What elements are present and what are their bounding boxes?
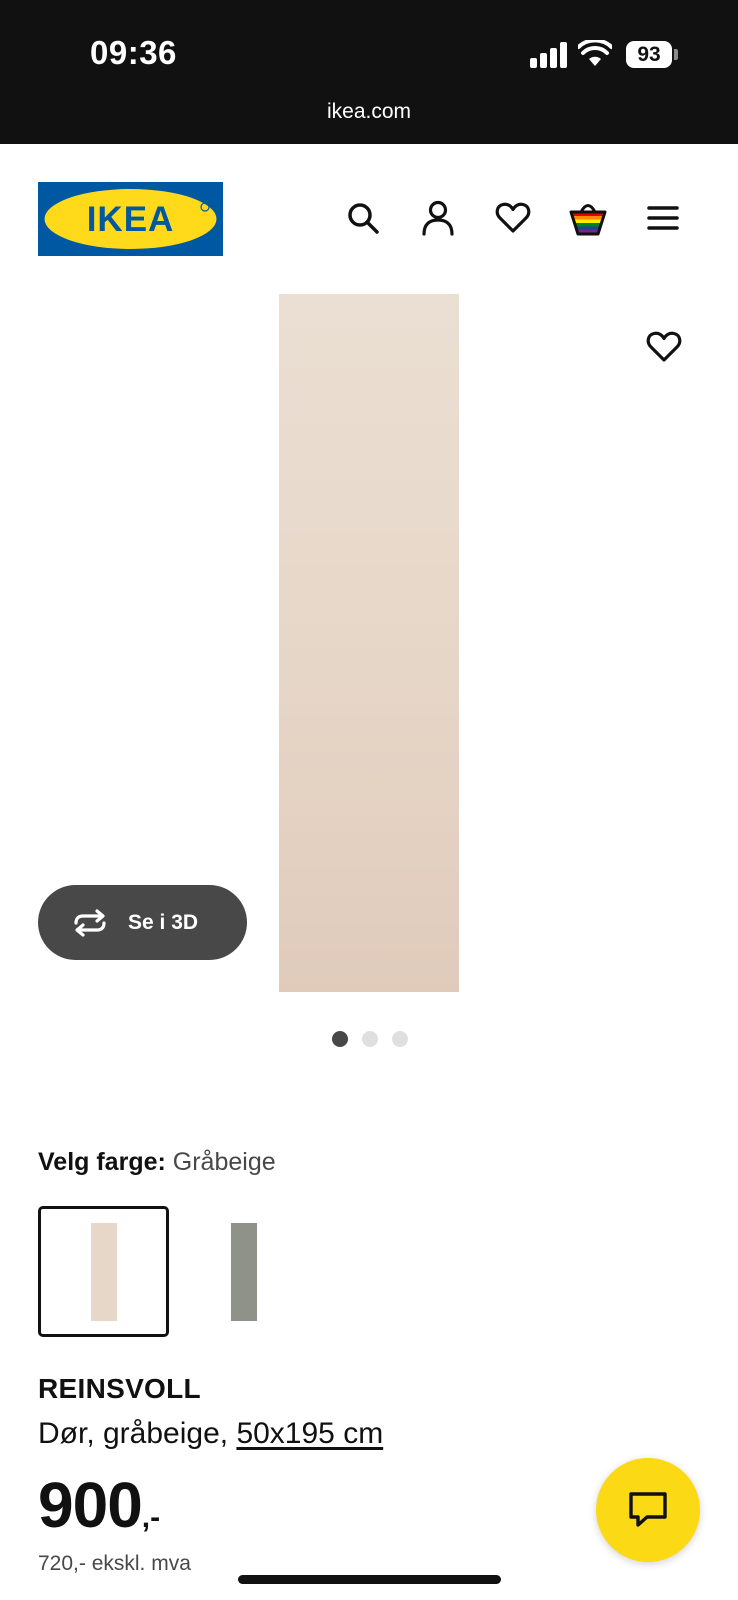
favourites-button[interactable]: [493, 198, 533, 238]
product-description: Dør, gråbeige, 50x195 cm: [38, 1417, 383, 1451]
status-bar: 09:36 93 ikea.com: [0, 0, 738, 144]
color-label: Velg farge:: [38, 1148, 166, 1176]
product-description-text: Dør, gråbeige,: [38, 1417, 229, 1450]
menu-button[interactable]: [643, 198, 683, 238]
search-icon: [348, 203, 379, 234]
rotate-3d-icon: [74, 908, 106, 937]
carousel-dot[interactable]: [332, 1031, 348, 1047]
color-option-grabeige[interactable]: [38, 1206, 169, 1337]
product-image[interactable]: [279, 294, 459, 992]
url-bar[interactable]: ikea.com: [0, 100, 738, 124]
carousel-dot[interactable]: [392, 1031, 408, 1047]
chat-icon: [629, 1492, 667, 1527]
status-time: 09:36: [90, 34, 177, 71]
product-price: 900 ,-: [38, 1468, 160, 1542]
wifi-icon: [578, 40, 612, 66]
battery-indicator: 93: [626, 41, 672, 68]
price-suffix: ,-: [141, 1501, 161, 1534]
swatch-thumbnail: [230, 1222, 257, 1321]
account-button[interactable]: [418, 198, 458, 238]
chat-button[interactable]: [596, 1458, 700, 1562]
heart-icon: [495, 202, 531, 233]
logo-text: IKEA: [87, 200, 175, 239]
home-indicator: [238, 1575, 501, 1584]
ikea-logo-graphic: IKEA: [38, 182, 223, 256]
color-selector-heading: Velg farge: Gråbeige: [38, 1148, 276, 1177]
heart-icon: [646, 331, 682, 362]
cellular-signal-icon: [530, 42, 567, 68]
image-carousel-indicator: [332, 1031, 408, 1047]
basket-button[interactable]: [568, 198, 608, 238]
search-button[interactable]: [343, 198, 383, 238]
selected-color: Gråbeige: [172, 1148, 276, 1176]
view-3d-button[interactable]: Se i 3D: [38, 885, 247, 960]
view-3d-label: Se i 3D: [128, 910, 199, 934]
menu-icon: [647, 206, 679, 230]
price-value: 900: [38, 1469, 143, 1541]
product-name: REINSVOLL: [38, 1373, 201, 1404]
color-option-green[interactable]: [178, 1206, 309, 1337]
add-to-favourites-button[interactable]: [644, 327, 684, 367]
basket-icon: [569, 204, 607, 236]
price-excl-vat: 720,- ekskl. mva: [38, 1552, 191, 1575]
product-size-link[interactable]: 50x195 cm: [236, 1417, 383, 1450]
account-icon: [422, 200, 454, 236]
battery-tip: [674, 49, 678, 60]
swatch-thumbnail: [90, 1222, 117, 1321]
carousel-dot[interactable]: [362, 1031, 378, 1047]
ikea-logo[interactable]: IKEA: [38, 182, 223, 256]
